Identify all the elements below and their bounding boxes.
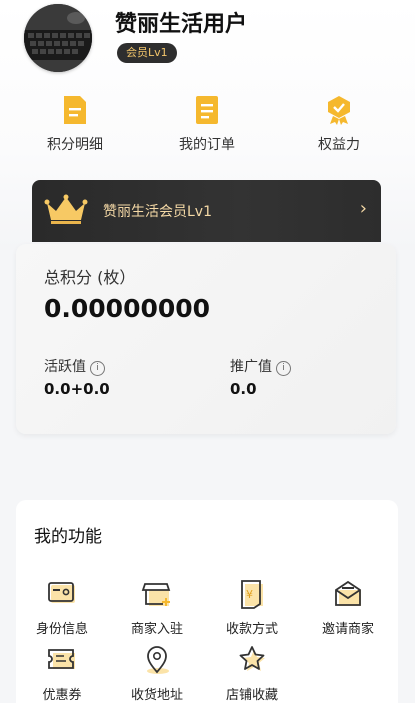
function-item-payment[interactable]: ¥ 收款方式 bbox=[212, 578, 292, 637]
activity-label-text: 活跃值 bbox=[44, 359, 86, 375]
order-icon bbox=[196, 96, 218, 124]
rights-badge-icon bbox=[328, 96, 350, 125]
function-item-identity[interactable]: 身份信息 bbox=[22, 578, 102, 637]
function-item-merchant-join[interactable]: 商家入驻 bbox=[117, 578, 197, 637]
info-icon[interactable]: i bbox=[90, 361, 105, 376]
function-label: 商家入驻 bbox=[130, 622, 183, 637]
function-item-store-favorites[interactable]: 店铺收藏 bbox=[212, 644, 292, 703]
store-add-icon bbox=[141, 583, 171, 606]
invite-mail-icon bbox=[335, 580, 361, 606]
promo-label-text: 推广值 bbox=[230, 359, 272, 375]
function-label: 身份信息 bbox=[35, 622, 88, 637]
payment-method-icon: ¥ bbox=[241, 580, 263, 609]
vip-membership-banner[interactable]: 赞丽生活会员Lv1 › bbox=[32, 180, 381, 242]
member-level-badge: 会员Lv1 bbox=[117, 43, 177, 63]
chevron-right-icon: › bbox=[359, 198, 367, 219]
function-item-invite-merchant[interactable]: 邀请商家 bbox=[308, 578, 388, 637]
username: 赞丽生活用户 bbox=[115, 12, 248, 37]
star-favorite-icon bbox=[239, 646, 265, 671]
promo-value: 0.0 bbox=[230, 380, 257, 398]
quick-action-orders[interactable]: 我的订单 bbox=[152, 94, 262, 154]
total-points-value: 0.00000000 bbox=[44, 294, 211, 323]
my-functions-panel: 我的功能 身份信息 商家入驻 ¥ 收款方式 邀请商家 优惠券 收货地址 店铺收藏 bbox=[16, 500, 398, 703]
total-points-label: 总积分 (枚） bbox=[44, 268, 136, 287]
function-item-coupon[interactable]: 优惠券 bbox=[22, 644, 102, 703]
section-title: 我的功能 bbox=[34, 527, 102, 547]
quick-action-label: 积分明细 bbox=[47, 137, 103, 153]
function-label: 收款方式 bbox=[225, 622, 278, 637]
activity-value-label: 活跃值 i bbox=[44, 356, 105, 376]
function-label: 店铺收藏 bbox=[225, 688, 278, 703]
coupon-icon bbox=[48, 649, 75, 669]
id-card-icon bbox=[48, 582, 75, 603]
function-item-address[interactable]: 收货地址 bbox=[117, 644, 197, 703]
function-label: 优惠券 bbox=[42, 688, 82, 703]
crown-icon bbox=[44, 194, 88, 224]
points-card: 总积分 (枚） 0.00000000 活跃值 i 0.0+0.0 推广值 i 0.0 bbox=[16, 244, 396, 434]
vip-banner-text: 赞丽生活会员Lv1 bbox=[103, 204, 212, 220]
quick-action-label: 权益力 bbox=[318, 137, 360, 153]
location-pin-icon bbox=[147, 646, 169, 674]
activity-value: 0.0+0.0 bbox=[44, 380, 110, 398]
quick-action-rights[interactable]: 权益力 bbox=[284, 94, 394, 154]
keyboard-avatar-image bbox=[24, 4, 92, 72]
quick-action-label: 我的订单 bbox=[179, 137, 235, 153]
points-detail-icon bbox=[64, 96, 86, 124]
svg-text:¥: ¥ bbox=[246, 588, 253, 601]
function-label: 收货地址 bbox=[130, 688, 183, 703]
avatar[interactable] bbox=[24, 4, 92, 72]
info-icon[interactable]: i bbox=[276, 361, 291, 376]
function-label: 邀请商家 bbox=[321, 622, 374, 637]
quick-action-points-detail[interactable]: 积分明细 bbox=[20, 94, 130, 154]
promo-value-label: 推广值 i bbox=[230, 356, 291, 376]
